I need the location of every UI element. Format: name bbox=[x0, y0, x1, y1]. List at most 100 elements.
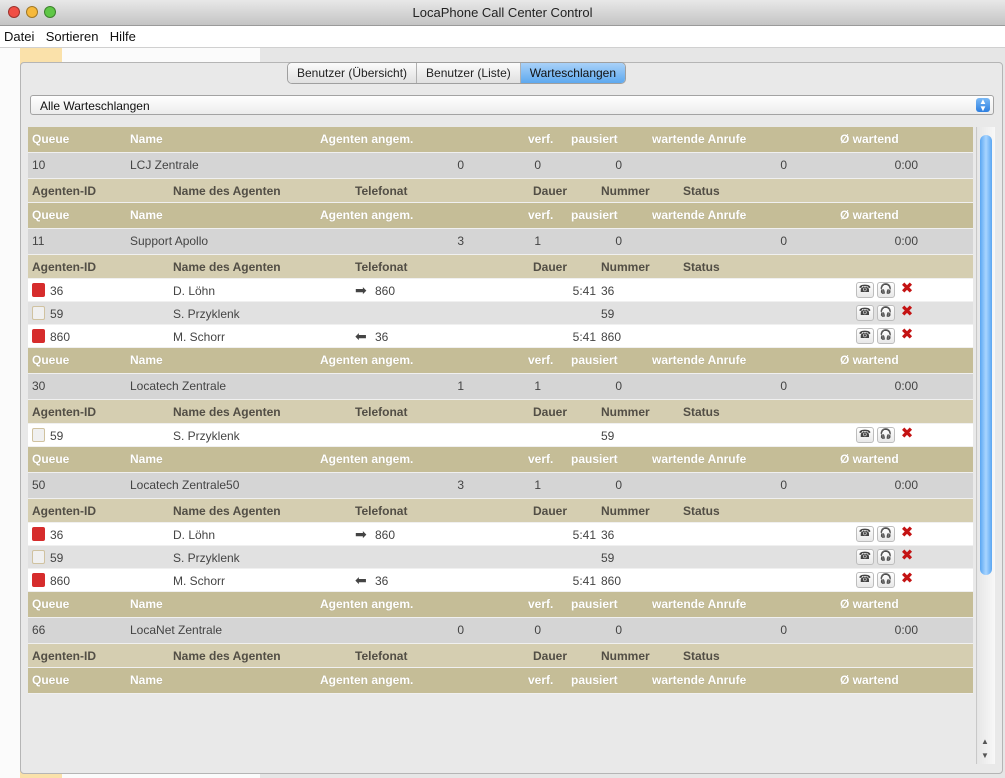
arrow-right-icon: ➡ bbox=[355, 526, 367, 542]
col-header-agenten-angem: Agenten angem. bbox=[320, 597, 414, 611]
col-header-wartende-anrufe: wartende Anrufe bbox=[652, 132, 747, 146]
agent-id: 860 bbox=[50, 330, 71, 344]
col-header-dauer: Dauer bbox=[533, 405, 568, 419]
phone-handset-icon[interactable]: ☎ bbox=[856, 305, 874, 321]
col-header-status: Status bbox=[683, 504, 720, 518]
col-header-telefonat: Telefonat bbox=[355, 405, 408, 419]
remove-x-icon[interactable]: ✖ bbox=[898, 525, 916, 542]
agent-actions: ☎ 🎧 ✖ bbox=[856, 571, 916, 588]
queue-paused: 0 bbox=[615, 623, 622, 637]
queue-available: 1 bbox=[534, 379, 541, 393]
phone-handset-icon[interactable]: ☎ bbox=[856, 282, 874, 298]
agent-call-number: 36 bbox=[375, 330, 389, 344]
col-header-agenten-id: Agenten-ID bbox=[32, 649, 96, 663]
tab-benutzer-liste[interactable]: Benutzer (Liste) bbox=[417, 63, 521, 83]
agent-name: M. Schorr bbox=[173, 330, 226, 344]
phone-handset-icon[interactable]: ☎ bbox=[856, 328, 874, 344]
agent-actions: ☎ 🎧 ✖ bbox=[856, 304, 916, 321]
col-header-dauer: Dauer bbox=[533, 649, 568, 663]
agent-row[interactable]: 59 S. Przyklenk 59 ☎ 🎧 ✖ bbox=[28, 546, 973, 569]
tab-benutzer-uebersicht[interactable]: Benutzer (Übersicht) bbox=[288, 63, 418, 83]
agent-name: S. Przyklenk bbox=[173, 307, 240, 321]
queue-name: LCJ Zentrale bbox=[130, 158, 199, 172]
remove-x-icon[interactable]: ✖ bbox=[898, 281, 916, 298]
headset-icon[interactable]: 🎧 bbox=[877, 305, 895, 321]
headset-icon[interactable]: 🎧 bbox=[877, 282, 895, 298]
agent-actions: ☎ 🎧 ✖ bbox=[856, 281, 916, 298]
col-header-name-des-agenten: Name des Agenten bbox=[173, 184, 281, 198]
remove-x-icon[interactable]: ✖ bbox=[898, 426, 916, 443]
agent-row[interactable]: 59 S. Przyklenk 59 ☎ 🎧 ✖ bbox=[28, 302, 973, 325]
queue-row[interactable]: 66 LocaNet Zentrale 0 0 0 0 0:00 bbox=[28, 618, 973, 644]
agent-row[interactable]: 36 D. Löhn ➡ 860 5:41 36 ☎ 🎧 ✖ bbox=[28, 279, 973, 302]
queue-avg-wait: 0:00 bbox=[894, 158, 918, 172]
col-header-queue: Queue bbox=[32, 452, 70, 466]
agent-status-icon bbox=[32, 527, 45, 541]
col-header-agenten-angem: Agenten angem. bbox=[320, 208, 414, 222]
agent-row[interactable]: 860 M. Schorr ⬅ 36 5:41 860 ☎ 🎧 ✖ bbox=[28, 569, 973, 592]
scrollbar-thumb[interactable] bbox=[980, 135, 992, 575]
queue-row[interactable]: 30 Locatech Zentrale 1 1 0 0 0:00 bbox=[28, 374, 973, 400]
agent-number: 36 bbox=[601, 284, 615, 298]
remove-x-icon[interactable]: ✖ bbox=[898, 571, 916, 588]
col-header-queue: Queue bbox=[32, 208, 70, 222]
col-header-agenten-id: Agenten-ID bbox=[32, 260, 96, 274]
col-header-pausiert: pausiert bbox=[571, 452, 618, 466]
phone-handset-icon[interactable]: ☎ bbox=[856, 572, 874, 588]
queue-row[interactable]: 11 Support Apollo 3 1 0 0 0:00 bbox=[28, 229, 973, 255]
headset-icon[interactable]: 🎧 bbox=[877, 572, 895, 588]
agent-row[interactable]: 36 D. Löhn ➡ 860 5:41 36 ☎ 🎧 ✖ bbox=[28, 523, 973, 546]
headset-icon[interactable]: 🎧 bbox=[877, 526, 895, 542]
col-header-telefonat: Telefonat bbox=[355, 184, 408, 198]
col-header-status: Status bbox=[683, 260, 720, 274]
scroll-down-icon[interactable]: ▼ bbox=[981, 751, 989, 760]
col-header-pausiert: pausiert bbox=[571, 132, 618, 146]
phone-handset-icon[interactable]: ☎ bbox=[856, 526, 874, 542]
queue-filter-select[interactable]: Alle Warteschlangen ▲ ▼ bbox=[30, 95, 994, 115]
queue-filter-value: Alle Warteschlangen bbox=[40, 99, 150, 113]
col-header-nummer: Nummer bbox=[601, 504, 650, 518]
col-header-agenten-angem: Agenten angem. bbox=[320, 452, 414, 466]
headset-icon[interactable]: 🎧 bbox=[877, 427, 895, 443]
queue-available: 0 bbox=[534, 623, 541, 637]
headset-icon[interactable]: 🎧 bbox=[877, 328, 895, 344]
agent-call-number: 860 bbox=[375, 284, 396, 298]
vertical-scrollbar[interactable]: ▲ ▼ bbox=[976, 127, 995, 764]
remove-x-icon[interactable]: ✖ bbox=[898, 548, 916, 565]
agent-row[interactable]: 59 S. Przyklenk 59 ☎ 🎧 ✖ bbox=[28, 424, 973, 447]
col-header-verf: verf. bbox=[528, 452, 554, 466]
col-header-name: Name bbox=[130, 673, 163, 687]
queue-avg-wait: 0:00 bbox=[894, 478, 918, 492]
window-title: LocaPhone Call Center Control bbox=[412, 5, 593, 20]
agent-id: 59 bbox=[50, 307, 64, 321]
agent-actions: ☎ 🎧 ✖ bbox=[856, 327, 916, 344]
agent-actions: ☎ 🎧 ✖ bbox=[856, 548, 916, 565]
queue-row[interactable]: 50 Locatech Zentrale50 3 1 0 0 0:00 bbox=[28, 473, 973, 499]
arrow-left-icon: ⬅ bbox=[355, 572, 367, 588]
menu-datei[interactable]: Datei bbox=[0, 26, 40, 44]
menu-hilfe[interactable]: Hilfe bbox=[108, 26, 142, 44]
col-header-agenten-id: Agenten-ID bbox=[32, 504, 96, 518]
tab-warteschlangen[interactable]: Warteschlangen bbox=[520, 63, 626, 83]
queue-agents-logged: 0 bbox=[457, 623, 464, 637]
col-header-wartende-anrufe: wartende Anrufe bbox=[652, 597, 747, 611]
agent-status-icon bbox=[32, 428, 45, 442]
agent-row[interactable]: 860 M. Schorr ⬅ 36 5:41 860 ☎ 🎧 ✖ bbox=[28, 325, 973, 348]
col-header-verf: verf. bbox=[528, 673, 554, 687]
queue-row[interactable]: 10 LCJ Zentrale 0 0 0 0 0:00 bbox=[28, 153, 973, 179]
headset-icon[interactable]: 🎧 bbox=[877, 549, 895, 565]
col-header-queue: Queue bbox=[32, 597, 70, 611]
phone-handset-icon[interactable]: ☎ bbox=[856, 549, 874, 565]
queue-paused: 0 bbox=[615, 379, 622, 393]
col-header-pausiert: pausiert bbox=[571, 353, 618, 367]
agent-id: 860 bbox=[50, 574, 71, 588]
queue-header-row: Queue Name Agenten angem. verf. pausiert wart… bbox=[28, 592, 973, 618]
agent-header-row: Agenten-ID Name des Agenten Telefonat Dauer… bbox=[28, 255, 973, 279]
queue-agents-logged: 0 bbox=[457, 158, 464, 172]
queue-paused: 0 bbox=[615, 234, 622, 248]
remove-x-icon[interactable]: ✖ bbox=[898, 304, 916, 321]
remove-x-icon[interactable]: ✖ bbox=[898, 327, 916, 344]
menu-sortieren[interactable]: Sortieren bbox=[44, 26, 105, 44]
phone-handset-icon[interactable]: ☎ bbox=[856, 427, 874, 443]
scroll-up-icon[interactable]: ▲ bbox=[981, 737, 989, 746]
